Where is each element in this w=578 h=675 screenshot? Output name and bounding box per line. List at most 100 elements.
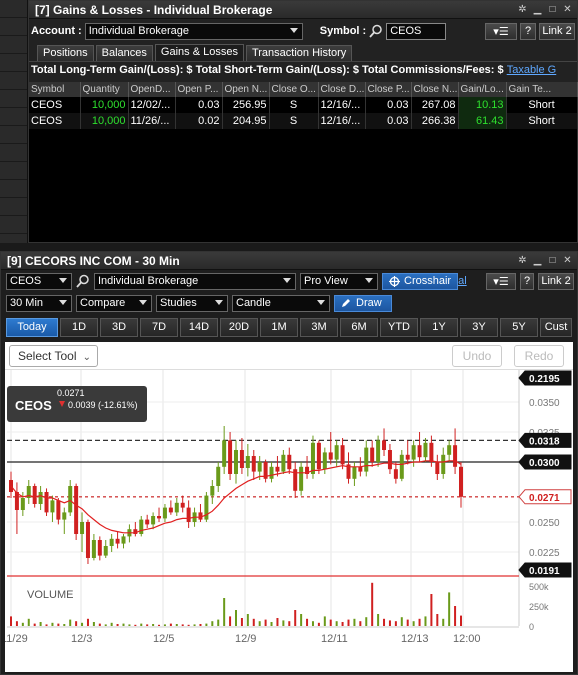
volume-bar [406, 619, 409, 626]
col-header[interactable]: Close O... [269, 82, 319, 97]
symbol-input[interactable]: CEOS [386, 22, 447, 40]
candle-body [174, 502, 179, 513]
crosshair-suffix[interactable]: al [458, 275, 467, 287]
account-select[interactable]: Individual Brokerage [84, 22, 303, 40]
gains-losses-panel: [7] Gains & Losses - Individual Brokerag… [28, 0, 578, 243]
range-custom[interactable]: Cust [540, 317, 572, 337]
chart-type-select[interactable]: Candle [232, 294, 330, 312]
view-select-value: Pro View [304, 275, 348, 287]
volume-bar [430, 594, 433, 626]
volume-tick-label: 500k [529, 582, 549, 592]
cell-gain-loss: 61.43 [458, 113, 507, 129]
range-3y[interactable]: 3Y [460, 317, 498, 337]
price-level-label: 0.0271 [529, 493, 560, 504]
table-row[interactable]: CEOS 10,000 12/02/... 0.03 256.95 S 12/1… [29, 97, 578, 113]
link-button[interactable]: Link 2 [539, 22, 575, 40]
col-header[interactable]: Gain Te... [506, 82, 578, 97]
col-header[interactable]: Gain/Lo... [458, 82, 507, 97]
interval-select[interactable]: 30 Min [6, 294, 72, 312]
chart-link-button[interactable]: Link 2 [538, 272, 574, 290]
volume-bar [235, 610, 237, 626]
view-options-button[interactable]: ▾☰ [485, 22, 517, 40]
col-header[interactable]: Open P... [175, 82, 223, 97]
view-select[interactable]: Pro View [300, 272, 378, 290]
range-1y[interactable]: 1Y [420, 317, 458, 337]
chart-symbol-select[interactable]: CEOS [6, 272, 72, 290]
volume-bar [163, 624, 166, 626]
chevron-down-icon [59, 299, 67, 305]
maximize-icon[interactable]: □ [546, 3, 559, 16]
range-1d[interactable]: 1D [60, 317, 98, 337]
cell-close-net: 266.38 [411, 113, 459, 129]
tab-positions[interactable]: Positions [37, 45, 94, 61]
settings-icon[interactable]: ✲ [516, 3, 529, 16]
compare-select[interactable]: Compare [76, 294, 152, 312]
chart-account-select[interactable]: Individual Brokerage [94, 272, 296, 290]
volume-bar [383, 618, 386, 626]
range-5y[interactable]: 5Y [500, 317, 538, 337]
tab-gains-losses[interactable]: Gains & Losses [154, 44, 244, 61]
range-ytd[interactable]: YTD [380, 317, 418, 337]
candle-body [145, 519, 150, 525]
col-header[interactable]: Close P... [365, 82, 412, 97]
candle-body [429, 442, 434, 462]
volume-bar [460, 615, 462, 626]
range-today[interactable]: Today [6, 317, 58, 337]
volume-bar [294, 610, 297, 626]
search-icon[interactable] [369, 24, 383, 38]
range-7d[interactable]: 7D [140, 317, 178, 337]
volume-bar [193, 624, 196, 626]
select-tool-button[interactable]: Select Tool ⌄ [9, 345, 98, 367]
crosshair-button[interactable]: Crosshair [382, 272, 459, 290]
maximize-icon[interactable]: □ [546, 254, 559, 267]
candle-body [74, 486, 79, 534]
settings-icon[interactable]: ✲ [516, 254, 529, 267]
col-header[interactable]: OpenD... [128, 82, 176, 97]
range-3m[interactable]: 3M [300, 317, 338, 337]
volume-bar [39, 622, 42, 626]
tab-balances[interactable]: Balances [95, 45, 153, 61]
chart-view-options-button[interactable]: ▾☰ [486, 272, 516, 290]
table-row[interactable]: CEOS 10,000 11/26/... 0.02 204.95 S 12/1… [29, 113, 578, 129]
volume-bar [217, 619, 220, 626]
range-20d[interactable]: 20D [220, 317, 258, 337]
range-3d[interactable]: 3D [100, 317, 138, 337]
candle-body [393, 469, 398, 479]
volume-axis: 500k 250k 0 [529, 582, 549, 632]
interval-select-value: 30 Min [10, 297, 44, 309]
close-icon[interactable]: ✕ [561, 3, 574, 16]
tab-transaction-history[interactable]: Transaction History [245, 45, 353, 61]
range-14d[interactable]: 14D [180, 317, 218, 337]
taxable-gains-link[interactable]: Taxable G [507, 64, 557, 76]
volume-bar [288, 621, 291, 626]
volume-bar [81, 622, 84, 626]
close-icon[interactable]: ✕ [561, 254, 574, 267]
cell-open-net: 256.95 [222, 97, 270, 113]
col-header[interactable]: Close N... [411, 82, 459, 97]
studies-select[interactable]: Studies [156, 294, 228, 312]
col-header[interactable]: Open N... [222, 82, 270, 97]
col-header[interactable]: Quantity [80, 82, 129, 97]
volume-bar [21, 622, 24, 626]
range-1m[interactable]: 1M [260, 317, 298, 337]
candle-body [20, 498, 25, 510]
candle-body [151, 516, 156, 525]
volume-bar [394, 621, 397, 626]
undo-button[interactable]: Undo [452, 345, 502, 367]
chart-help-button[interactable]: ? [520, 272, 534, 290]
gains-panel-titlebar[interactable]: [7] Gains & Losses - Individual Brokerag… [29, 1, 577, 19]
volume-bar [347, 619, 350, 626]
volume-bar [400, 617, 403, 626]
minimize-icon[interactable]: ▁ [531, 3, 544, 16]
col-header[interactable]: Close D... [318, 82, 366, 97]
volume-bar [264, 619, 267, 626]
range-6m[interactable]: 6M [340, 317, 378, 337]
minimize-icon[interactable]: ▁ [531, 254, 544, 267]
chart-area[interactable]: Select Tool ⌄ Undo Redo 0.03500.03250.02… [5, 342, 573, 672]
draw-button[interactable]: Draw [334, 294, 392, 312]
chart-panel-titlebar[interactable]: [9] CECORS INC COM - 30 Min ✲ ▁ □ ✕ [1, 252, 577, 270]
search-icon[interactable] [76, 274, 90, 288]
col-header[interactable]: Symbol [29, 82, 81, 97]
help-button[interactable]: ? [520, 22, 536, 40]
redo-button[interactable]: Redo [514, 345, 564, 367]
